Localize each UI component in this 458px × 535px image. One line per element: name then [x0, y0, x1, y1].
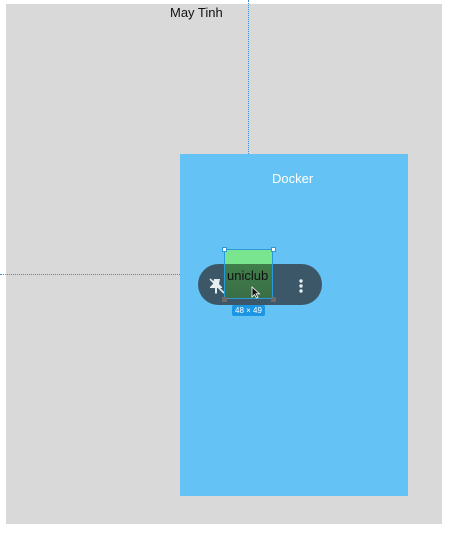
docker-container[interactable]	[180, 154, 408, 496]
resize-handle-top-left[interactable]	[222, 247, 227, 252]
uniclub-label: uniclub	[227, 268, 269, 283]
docker-label: Docker	[272, 171, 314, 186]
more-vertical-icon[interactable]	[292, 277, 310, 295]
resize-handle-bottom-left[interactable]	[222, 297, 227, 302]
mouse-cursor-icon	[251, 286, 261, 299]
size-badge: 48 × 49	[232, 305, 265, 316]
resize-handle-bottom-right[interactable]	[271, 297, 276, 302]
resize-handle-top-right[interactable]	[271, 247, 276, 252]
frame-title[interactable]: May Tinh	[170, 5, 223, 20]
